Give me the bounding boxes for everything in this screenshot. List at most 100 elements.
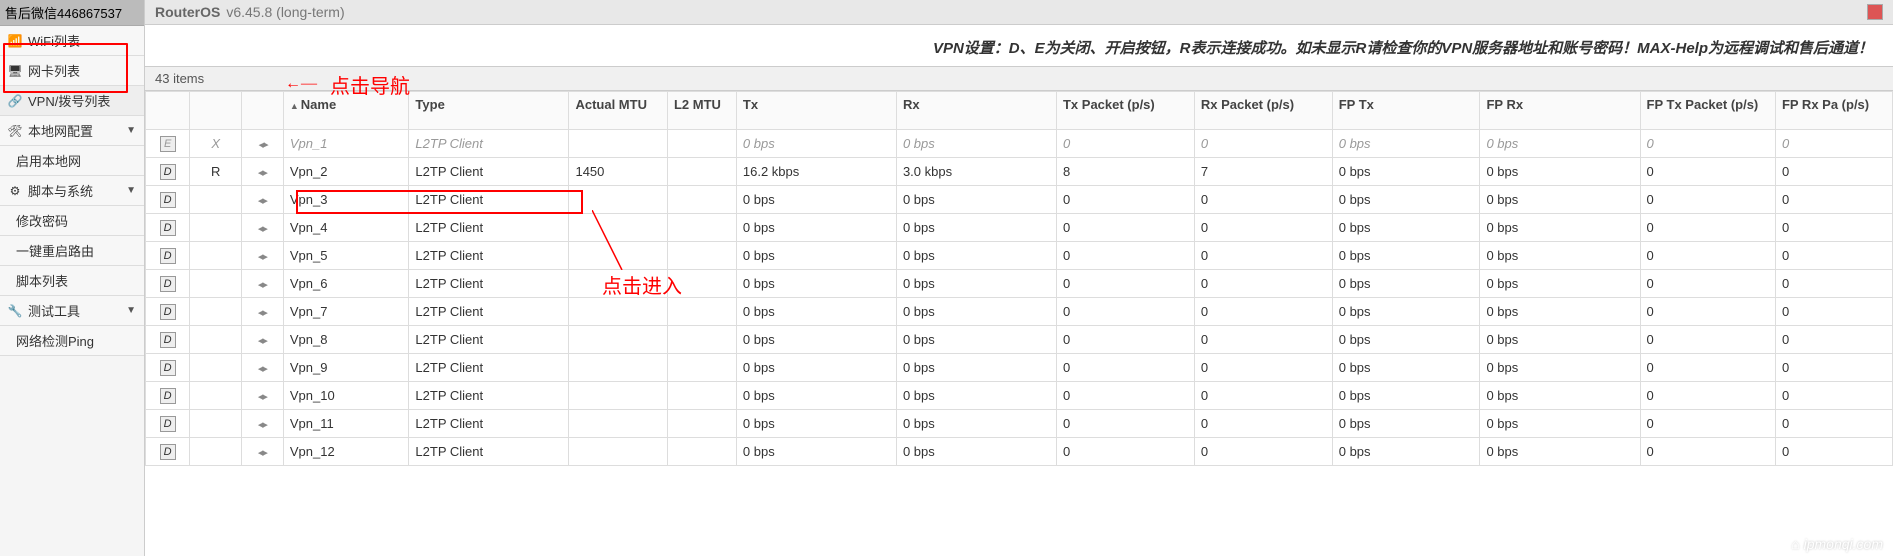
col-header-6[interactable]: L2 MTU xyxy=(667,92,736,130)
col-header-4[interactable]: Type xyxy=(409,92,569,130)
sort-asc-icon: ▲ xyxy=(290,101,299,111)
cell-fptx: 0 bps xyxy=(1332,298,1480,326)
table-row[interactable]: D◂▸Vpn_8L2TP Client0 bps0 bps000 bps0 bp… xyxy=(146,326,1893,354)
table-row[interactable]: D◂▸Vpn_10L2TP Client0 bps0 bps000 bps0 b… xyxy=(146,382,1893,410)
sidebar-item-4[interactable]: 启用本地网 xyxy=(0,146,144,176)
cell-flag[interactable]: D xyxy=(146,158,190,186)
cell-flag[interactable]: D xyxy=(146,214,190,242)
cell-type: L2TP Client xyxy=(409,214,569,242)
cell-flag[interactable]: D xyxy=(146,186,190,214)
flag-button[interactable]: D xyxy=(160,360,176,376)
col-header-0[interactable] xyxy=(146,92,190,130)
table-row[interactable]: EX◂▸Vpn_1L2TP Client0 bps0 bps000 bps0 b… xyxy=(146,130,1893,158)
sidebar: 售后微信446867537 📶WiFi列表🖥网卡列表🔗VPN/拨号列表🛠本地网配… xyxy=(0,0,145,556)
sidebar-item-8[interactable]: 脚本列表 xyxy=(0,266,144,296)
cell-fprx: 0 bps xyxy=(1480,410,1640,438)
sidebar-item-2[interactable]: 🔗VPN/拨号列表 xyxy=(0,86,144,116)
cell-txp: 0 xyxy=(1056,298,1194,326)
cell-_icon: ◂▸ xyxy=(242,186,284,214)
flag-button[interactable]: D xyxy=(160,304,176,320)
flag-button[interactable]: D xyxy=(160,220,176,236)
sidebar-icon: 🛠 xyxy=(8,124,22,138)
cell-flag[interactable]: D xyxy=(146,298,190,326)
table-row[interactable]: D◂▸Vpn_6L2TP Client0 bps0 bps000 bps0 bp… xyxy=(146,270,1893,298)
table-row[interactable]: D◂▸Vpn_7L2TP Client0 bps0 bps000 bps0 bp… xyxy=(146,298,1893,326)
sidebar-icon: 🔧 xyxy=(8,304,22,318)
sidebar-item-10[interactable]: 网络检测Ping xyxy=(0,326,144,356)
flag-button[interactable]: D xyxy=(160,164,176,180)
cell-tx: 0 bps xyxy=(736,438,896,466)
sidebar-item-5[interactable]: ⚙脚本与系统▼ xyxy=(0,176,144,206)
sidebar-item-9[interactable]: 🔧测试工具▼ xyxy=(0,296,144,326)
cell-flag[interactable]: D xyxy=(146,438,190,466)
col-header-1[interactable] xyxy=(190,92,242,130)
cell-flag[interactable]: D xyxy=(146,242,190,270)
cell-txp: 0 xyxy=(1056,438,1194,466)
cell-fprx: 0 bps xyxy=(1480,438,1640,466)
interface-icon: ◂▸ xyxy=(258,279,267,291)
col-header-9[interactable]: Tx Packet (p/s) xyxy=(1056,92,1194,130)
cell-flag[interactable]: D xyxy=(146,382,190,410)
cell-fprx: 0 bps xyxy=(1480,382,1640,410)
cell-status xyxy=(190,242,242,270)
col-header-8[interactable]: Rx xyxy=(896,92,1056,130)
col-header-14[interactable]: FP Rx Pa (p/s) xyxy=(1775,92,1892,130)
flag-button[interactable]: E xyxy=(160,136,176,152)
sidebar-item-0[interactable]: 📶WiFi列表 xyxy=(0,26,144,56)
sidebar-item-3[interactable]: 🛠本地网配置▼ xyxy=(0,116,144,146)
flag-button[interactable]: D xyxy=(160,192,176,208)
sidebar-item-6[interactable]: 修改密码 xyxy=(0,206,144,236)
cell-flag[interactable]: D xyxy=(146,270,190,298)
cell-type: L2TP Client xyxy=(409,382,569,410)
col-header-10[interactable]: Rx Packet (p/s) xyxy=(1194,92,1332,130)
flag-button[interactable]: D xyxy=(160,332,176,348)
cell-fprx: 0 bps xyxy=(1480,130,1640,158)
col-header-3[interactable]: ▲Name xyxy=(283,92,409,130)
cell-rxp: 0 xyxy=(1194,410,1332,438)
cell-flag[interactable]: E xyxy=(146,130,190,158)
cell-flag[interactable]: D xyxy=(146,354,190,382)
interface-icon: ◂▸ xyxy=(258,195,267,207)
interface-icon: ◂▸ xyxy=(258,307,267,319)
table-row[interactable]: D◂▸Vpn_11L2TP Client0 bps0 bps000 bps0 b… xyxy=(146,410,1893,438)
flag-button[interactable]: D xyxy=(160,416,176,432)
table-row[interactable]: D◂▸Vpn_9L2TP Client0 bps0 bps000 bps0 bp… xyxy=(146,354,1893,382)
cell-tx: 0 bps xyxy=(736,298,896,326)
sidebar-item-1[interactable]: 🖥网卡列表 xyxy=(0,56,144,86)
interface-icon: ◂▸ xyxy=(258,363,267,375)
cell-_icon: ◂▸ xyxy=(242,242,284,270)
table-row[interactable]: D◂▸Vpn_4L2TP Client0 bps0 bps000 bps0 bp… xyxy=(146,214,1893,242)
cell-fptxp: 0 xyxy=(1640,214,1775,242)
cell-txp: 0 xyxy=(1056,382,1194,410)
col-header-7[interactable]: Tx xyxy=(736,92,896,130)
col-header-11[interactable]: FP Tx xyxy=(1332,92,1480,130)
col-header-13[interactable]: FP Tx Packet (p/s) xyxy=(1640,92,1775,130)
cell-rxp: 0 xyxy=(1194,382,1332,410)
sidebar-label: 脚本列表 xyxy=(16,271,68,290)
cell-tx: 0 bps xyxy=(736,382,896,410)
table-wrap[interactable]: ▲NameTypeActual MTUL2 MTUTxRxTx Packet (… xyxy=(145,91,1893,556)
version-label: v6.45.8 (long-term) xyxy=(226,4,344,20)
table-row[interactable]: D◂▸Vpn_12L2TP Client0 bps0 bps000 bps0 b… xyxy=(146,438,1893,466)
sidebar-label: WiFi列表 xyxy=(28,31,80,50)
cell-type: L2TP Client xyxy=(409,130,569,158)
cell-flag[interactable]: D xyxy=(146,410,190,438)
flag-button[interactable]: D xyxy=(160,276,176,292)
flag-button[interactable]: D xyxy=(160,248,176,264)
flag-button[interactable]: D xyxy=(160,388,176,404)
table-row[interactable]: D◂▸Vpn_3L2TP Client0 bps0 bps000 bps0 bp… xyxy=(146,186,1893,214)
col-header-5[interactable]: Actual MTU xyxy=(569,92,667,130)
cell-fptxp: 0 xyxy=(1640,270,1775,298)
cell-mtu xyxy=(569,410,667,438)
table-row[interactable]: D◂▸Vpn_5L2TP Client0 bps0 bps000 bps0 bp… xyxy=(146,242,1893,270)
cell-type: L2TP Client xyxy=(409,242,569,270)
cell-flag[interactable]: D xyxy=(146,326,190,354)
sidebar-item-7[interactable]: 一键重启路由 xyxy=(0,236,144,266)
cell-l2 xyxy=(667,242,736,270)
col-header-12[interactable]: FP Rx xyxy=(1480,92,1640,130)
cell-rxp: 0 xyxy=(1194,242,1332,270)
cell-status xyxy=(190,382,242,410)
table-row[interactable]: DR◂▸Vpn_2L2TP Client145016.2 kbps3.0 kbp… xyxy=(146,158,1893,186)
flag-button[interactable]: D xyxy=(160,444,176,460)
col-header-2[interactable] xyxy=(242,92,284,130)
